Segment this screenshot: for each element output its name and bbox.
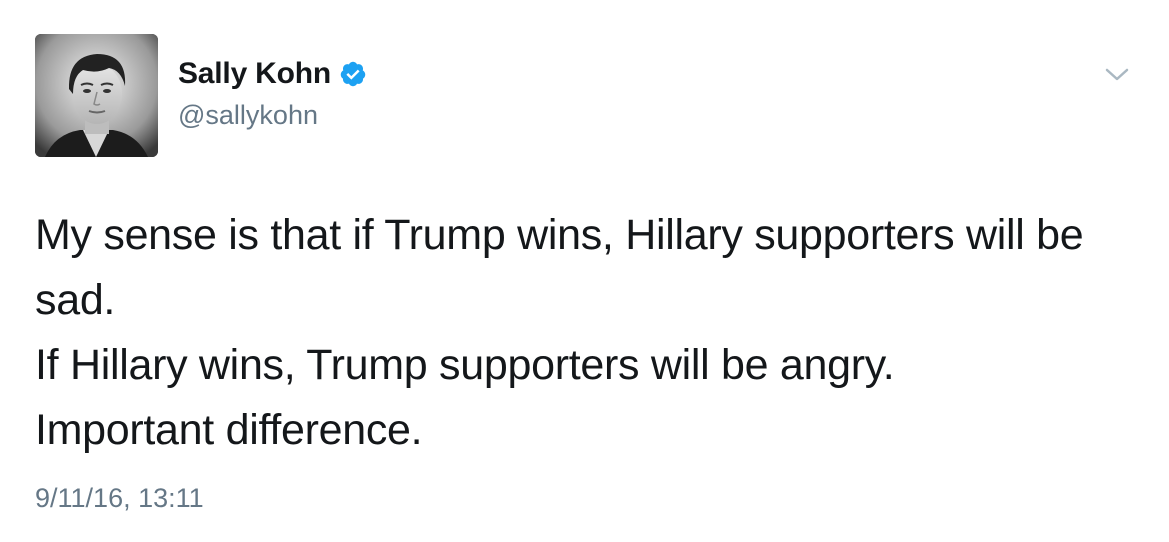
chevron-down-icon[interactable]: [1104, 66, 1130, 84]
author-handle[interactable]: @sallykohn: [178, 100, 367, 131]
author-display-name[interactable]: Sally Kohn: [178, 57, 331, 91]
author-name-row: Sally Kohn: [178, 56, 367, 92]
tweet-text-line: If Hillary wins, Trump supporters will b…: [35, 341, 895, 389]
tweet-text: My sense is that if Trump wins, Hillary …: [35, 203, 1135, 463]
avatar[interactable]: [35, 34, 158, 157]
tweet-text-line: My sense is that if Trump wins, Hillary …: [35, 211, 1084, 259]
verified-badge-icon: [339, 60, 367, 88]
author-info: Sally Kohn @sallykohn: [178, 56, 367, 131]
tweet-card: Sally Kohn @sallykohn My sense is that i…: [0, 0, 1169, 542]
tweet-timestamp[interactable]: 9/11/16, 13:11: [35, 483, 204, 514]
tweet-text-line: sad.: [35, 276, 116, 324]
avatar-photo: [35, 34, 158, 157]
tweet-text-line: Important difference.: [35, 406, 423, 454]
